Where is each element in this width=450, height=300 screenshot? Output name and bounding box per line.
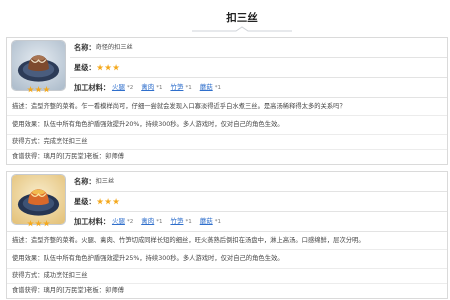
effect-row: 使用效果： 队伍中所有角色护盾强效提升20%，持续300秒。多人游戏时，仅对自己… xyxy=(7,116,447,135)
page: 扣三丝 名称： 奇怪的扣三丝 星级： 加工材料： 火腿 *2 禽肉 *1 竹笋 … xyxy=(0,0,450,300)
effect-label: 使用效果： xyxy=(12,121,44,128)
star-icon xyxy=(43,86,50,93)
material-item: 蘑菇 *1 xyxy=(198,216,227,227)
name-label: 名称： xyxy=(74,42,96,52)
material-link[interactable]: 竹笋 xyxy=(170,216,183,226)
star-rating xyxy=(96,198,120,205)
material-link[interactable]: 禽肉 xyxy=(141,216,154,226)
material-count: *1 xyxy=(214,85,221,91)
material-link[interactable]: 蘑菇 xyxy=(200,216,213,226)
materials-row: 加工材料： 火腿 *2 禽肉 *1 竹笋 *1 蘑菇 *1 xyxy=(70,212,447,231)
recipe-source-row: 食谱获得： 璃月的[万民堂]老板：卯师傅 xyxy=(7,284,447,298)
obtain-text: 完成烹饪扣三丝 xyxy=(43,138,88,145)
star-label: 星级： xyxy=(74,62,96,72)
name-row: 名称： 扣三丝 xyxy=(70,172,447,192)
material-link[interactable]: 火腿 xyxy=(112,216,125,226)
recipe-source-label: 食谱获得： xyxy=(12,153,44,160)
obtain-text: 成功烹饪扣三丝 xyxy=(43,272,88,279)
material-item: 竹笋 *1 xyxy=(168,216,197,227)
recipe-card: 名称： 奇怪的扣三丝 星级： 加工材料： 火腿 *2 禽肉 *1 竹笋 *1 蘑… xyxy=(6,37,448,165)
material-count: *1 xyxy=(185,85,192,91)
materials-label: 加工材料： xyxy=(74,216,110,226)
description-label: 描述： xyxy=(12,236,31,244)
star-icon xyxy=(27,86,34,93)
material-item: 蘑菇 *1 xyxy=(198,82,227,93)
description-text: 造型齐整的菜肴。火腿、禽肉、竹笋切成同样长短的细丝，旺火蒸熟后倒扣在汤盘中，淋上… xyxy=(30,236,365,244)
name-row: 名称： 奇怪的扣三丝 xyxy=(70,38,447,58)
recipe-source-text: 璃月的[万民堂]老板：卯师傅 xyxy=(43,153,124,160)
divider-line xyxy=(192,26,292,32)
obtain-row: 获得方式： 成功烹饪扣三丝 xyxy=(7,269,447,284)
dish-icon xyxy=(11,174,66,227)
material-count: *1 xyxy=(156,85,163,91)
material-count: *1 xyxy=(214,219,221,225)
effect-row: 使用效果： 队伍中所有角色护盾强效提升25%，持续300秒。多人游戏时，仅对自己… xyxy=(7,250,447,269)
star-icon xyxy=(35,86,42,93)
material-count: *2 xyxy=(126,85,134,91)
star-icon xyxy=(35,220,42,227)
icon-column xyxy=(7,38,70,97)
material-item: 禽肉 *1 xyxy=(139,82,168,93)
material-item: 火腿 *2 xyxy=(110,216,139,227)
card-header: 名称： 扣三丝 星级： 加工材料： 火腿 *2 禽肉 *1 竹笋 *1 蘑菇 *… xyxy=(7,172,447,232)
effect-text: 队伍中所有角色护盾强效提升25%，持续300秒。多人游戏时，仅对自己的角色生效。 xyxy=(43,255,284,262)
material-link[interactable]: 竹笋 xyxy=(170,82,183,92)
star-rating xyxy=(96,64,120,71)
star-row: 星级： xyxy=(70,192,447,212)
material-count: *1 xyxy=(156,219,163,225)
description-text: 造型齐整的菜肴。乍一看模样尚可，仔细一尝就会发现入口寡淡得近乎白水煮三丝。是高汤… xyxy=(30,102,346,110)
info-column: 名称： 扣三丝 星级： 加工材料： 火腿 *2 禽肉 *1 竹笋 *1 蘑菇 *… xyxy=(70,172,447,231)
effect-label: 使用效果： xyxy=(12,255,44,262)
page-title: 扣三丝 xyxy=(226,12,258,24)
star-icon xyxy=(43,220,50,227)
dish-illustration xyxy=(12,175,65,224)
recipe-source-row: 食谱获得： 璃月的[万民堂]老板：卯师傅 xyxy=(7,150,447,164)
star-icon xyxy=(96,64,104,71)
star-icon xyxy=(27,220,34,227)
rarity-stars xyxy=(12,86,65,93)
material-item: 禽肉 *1 xyxy=(139,216,168,227)
star-icon xyxy=(104,64,112,71)
obtain-label: 获得方式： xyxy=(12,272,44,279)
star-icon xyxy=(112,64,120,71)
star-icon xyxy=(96,198,104,205)
obtain-label: 获得方式： xyxy=(12,138,44,145)
rarity-stars xyxy=(12,220,65,227)
material-item: 竹笋 *1 xyxy=(168,82,197,93)
material-link[interactable]: 禽肉 xyxy=(141,82,154,92)
effect-text: 队伍中所有角色护盾强效提升20%，持续300秒。多人游戏时，仅对自己的角色生效。 xyxy=(43,121,284,128)
star-row: 星级： xyxy=(70,58,447,78)
description-row: 描述： 造型齐整的菜肴。火腿、禽肉、竹笋切成同样长短的细丝，旺火蒸熟后倒扣在汤盘… xyxy=(7,232,447,250)
recipe-list: 名称： 奇怪的扣三丝 星级： 加工材料： 火腿 *2 禽肉 *1 竹笋 *1 蘑… xyxy=(6,37,448,300)
materials-row: 加工材料： 火腿 *2 禽肉 *1 竹笋 *1 蘑菇 *1 xyxy=(70,78,447,97)
info-column: 名称： 奇怪的扣三丝 星级： 加工材料： 火腿 *2 禽肉 *1 竹笋 *1 蘑… xyxy=(70,38,447,97)
recipe-source-text: 璃月的[万民堂]老板：卯师傅 xyxy=(43,287,124,294)
material-count: *1 xyxy=(185,219,192,225)
recipe-card: 名称： 扣三丝 星级： 加工材料： 火腿 *2 禽肉 *1 竹笋 *1 蘑菇 *… xyxy=(6,171,448,299)
icon-column xyxy=(7,172,70,231)
dish-illustration xyxy=(12,41,65,90)
star-icon xyxy=(112,198,120,205)
description-row: 描述： 造型齐整的菜肴。乍一看模样尚可，仔细一尝就会发现入口寡淡得近乎白水煮三丝… xyxy=(7,98,447,116)
dish-icon xyxy=(11,40,66,93)
materials-label: 加工材料： xyxy=(74,82,110,92)
dish-name: 扣三丝 xyxy=(95,177,115,185)
title-divider xyxy=(192,26,292,32)
material-link[interactable]: 蘑菇 xyxy=(200,82,213,92)
star-label: 星级： xyxy=(74,196,96,206)
obtain-row: 获得方式： 完成烹饪扣三丝 xyxy=(7,135,447,150)
recipe-source-label: 食谱获得： xyxy=(12,287,44,294)
description-label: 描述： xyxy=(12,102,31,110)
material-count: *2 xyxy=(126,219,134,225)
material-item: 火腿 *2 xyxy=(110,82,139,93)
material-link[interactable]: 火腿 xyxy=(112,82,125,92)
card-header: 名称： 奇怪的扣三丝 星级： 加工材料： 火腿 *2 禽肉 *1 竹笋 *1 蘑… xyxy=(7,38,447,98)
name-label: 名称： xyxy=(74,176,96,186)
dish-name: 奇怪的扣三丝 xyxy=(95,43,133,51)
star-icon xyxy=(104,198,112,205)
